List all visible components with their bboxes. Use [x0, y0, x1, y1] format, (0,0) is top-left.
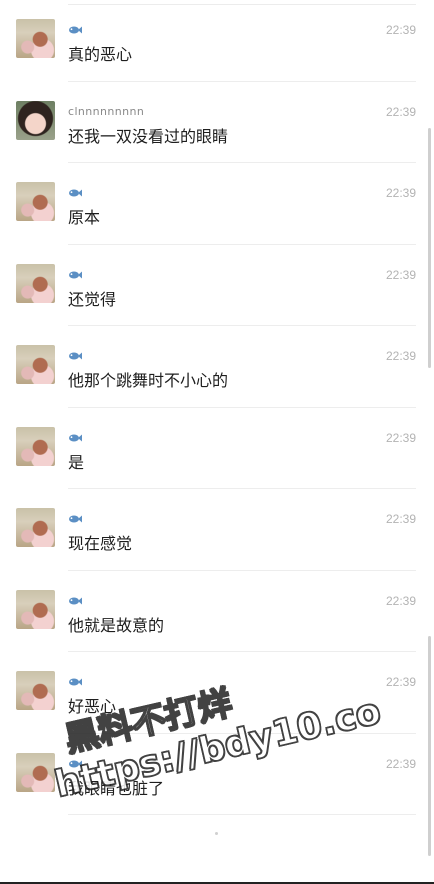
message-text: 还觉得	[68, 289, 117, 309]
sender-name	[68, 23, 82, 37]
message-time: 22:39	[385, 756, 416, 771]
avatar[interactable]	[16, 182, 55, 221]
avatar[interactable]	[16, 589, 55, 629]
fish-icon	[69, 26, 82, 34]
message-row[interactable]: 22:39 原本	[0, 163, 434, 245]
fish-icon	[69, 597, 82, 604]
message-text: 好恶心	[68, 697, 117, 716]
sender-name	[68, 349, 82, 363]
message-time: 22:39	[385, 349, 416, 363]
sender-name	[68, 186, 82, 200]
sender-name	[68, 757, 82, 771]
message-row[interactable]: 22:39 现在感觉	[0, 489, 434, 571]
fish-icon	[69, 271, 82, 278]
avatar[interactable]	[16, 752, 55, 792]
avatar[interactable]	[16, 19, 55, 58]
message-time: 22:39	[385, 593, 416, 608]
message-time: 22:39	[385, 186, 416, 200]
avatar[interactable]	[16, 671, 55, 710]
sender-name	[68, 268, 82, 282]
avatar[interactable]	[16, 100, 55, 140]
fish-icon	[69, 515, 82, 523]
row-divider	[68, 814, 416, 815]
message-text: 真的恶心	[68, 45, 133, 64]
message-text: 现在感觉	[68, 534, 133, 553]
chat-message-list[interactable]: 22:39 真的恶心 clnnnnnnnnn 22:39 还我一双没看过的眼睛 …	[0, 0, 434, 884]
message-text: 他就是故意的	[68, 615, 165, 635]
sender-name	[68, 675, 82, 689]
avatar[interactable]	[16, 426, 55, 466]
message-row[interactable]: 22:39 他那个跳舞时不小心的	[0, 326, 434, 408]
message-time: 22:39	[385, 23, 416, 37]
sender-name	[68, 431, 82, 445]
loading-dot	[215, 832, 218, 835]
message-row[interactable]: 22:39 好恶心	[0, 652, 434, 734]
message-text: 原本	[68, 208, 101, 227]
avatar[interactable]	[16, 508, 55, 547]
avatar[interactable]	[16, 345, 55, 384]
scrollbar[interactable]	[428, 128, 431, 368]
fish-icon	[69, 434, 82, 441]
message-text: 他那个跳舞时不小心的	[68, 371, 229, 390]
message-row[interactable]: 22:39 我眼睛也脏了	[0, 734, 434, 815]
avatar[interactable]	[16, 263, 55, 303]
fish-icon	[69, 189, 82, 197]
sender-name: clnnnnnnnnn	[68, 104, 145, 118]
message-text: 是	[68, 452, 85, 472]
message-time: 22:39	[385, 104, 416, 119]
message-time: 22:39	[385, 675, 416, 689]
sender-name	[68, 512, 82, 526]
message-row[interactable]: 22:39 真的恶心	[0, 0, 434, 82]
message-row[interactable]: 22:39 还觉得	[0, 245, 434, 326]
message-text: 还我一双没看过的眼睛	[68, 126, 229, 146]
message-text: 我眼睛也脏了	[68, 778, 165, 798]
message-time: 22:39	[385, 267, 416, 282]
scrollbar[interactable]	[428, 636, 431, 856]
message-row[interactable]: 22:39 是	[0, 408, 434, 489]
message-time: 22:39	[385, 430, 416, 445]
fish-icon	[69, 678, 82, 686]
sender-name	[68, 594, 82, 608]
fish-icon	[69, 760, 82, 767]
message-row[interactable]: 22:39 他就是故意的	[0, 571, 434, 652]
fish-icon	[69, 352, 82, 360]
message-row[interactable]: clnnnnnnnnn 22:39 还我一双没看过的眼睛	[0, 82, 434, 163]
message-time: 22:39	[385, 512, 416, 526]
